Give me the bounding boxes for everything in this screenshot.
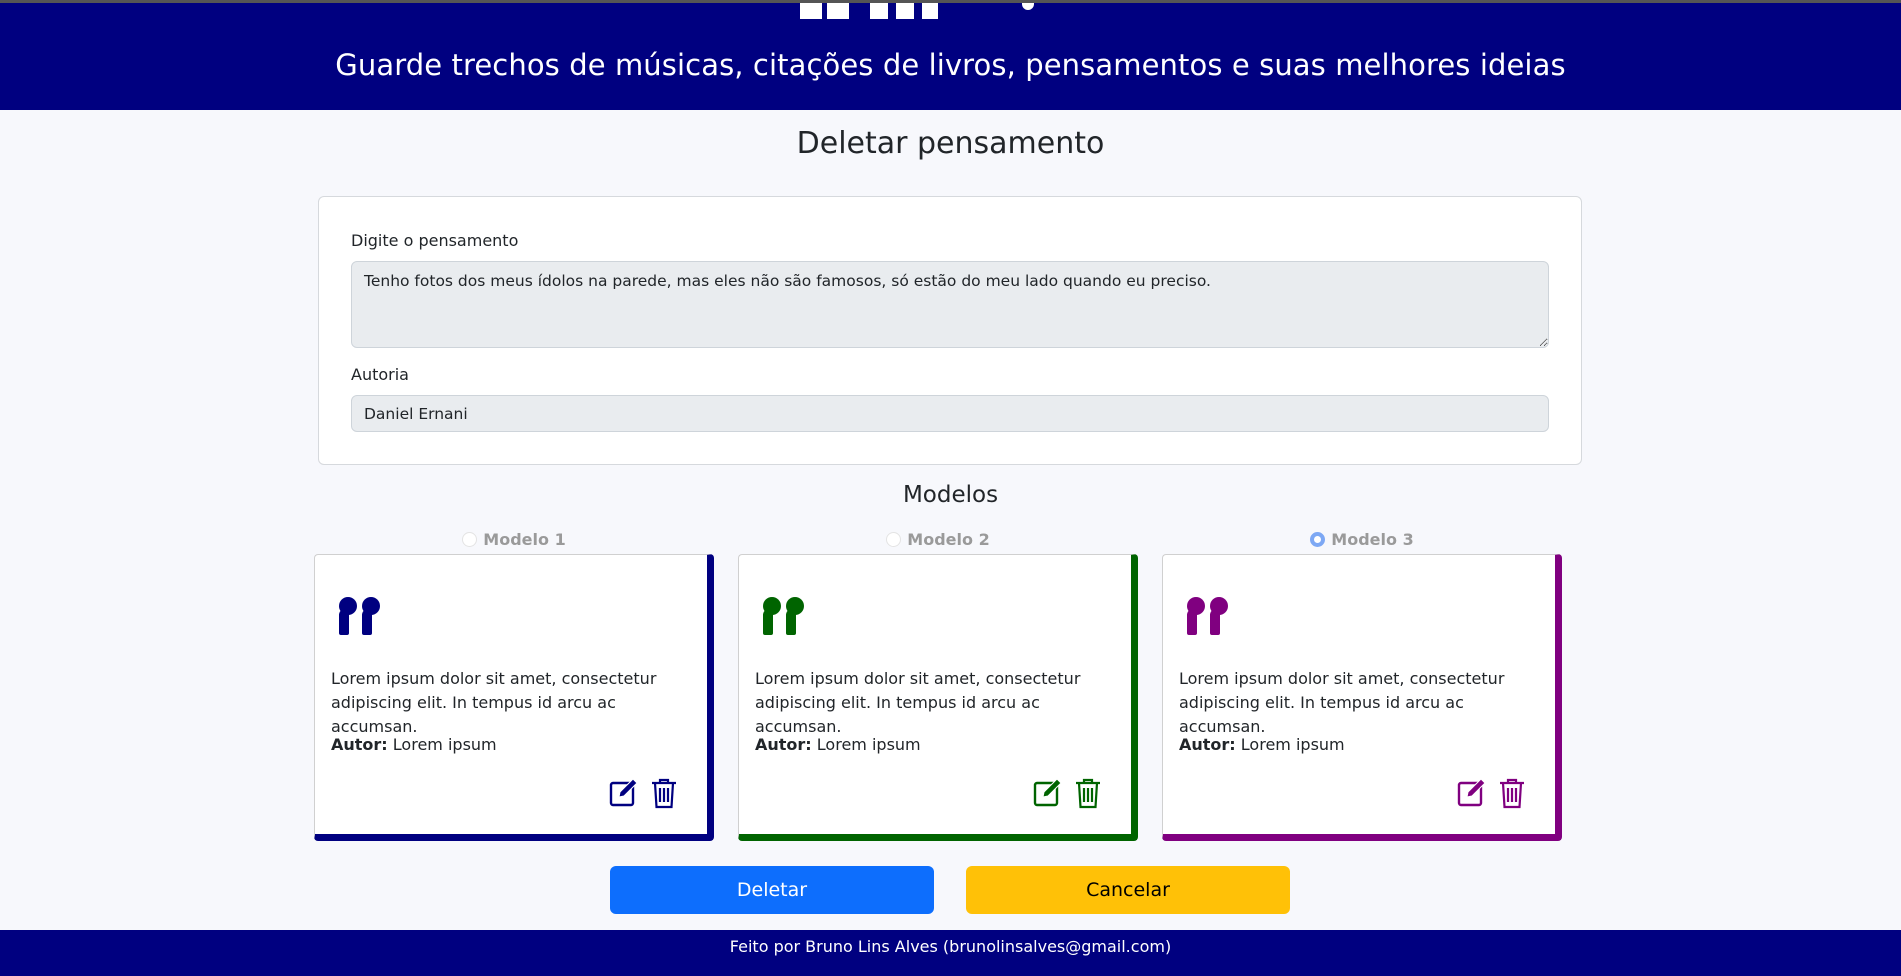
author-name: Lorem ipsum (1240, 735, 1345, 754)
edit-icon[interactable] (609, 777, 639, 809)
trash-icon[interactable] (1073, 777, 1103, 809)
model-2-radio-row[interactable]: Modelo 2 (738, 528, 1138, 550)
models-title: Modelos (902, 482, 999, 508)
cancel-button[interactable]: Cancelar (966, 866, 1290, 914)
delete-button[interactable]: Deletar (610, 866, 934, 914)
card-author: Autor: Lorem ipsum (1179, 735, 1345, 754)
model-1-card: Lorem ipsum dolor sit amet, consectetur … (314, 554, 714, 841)
thought-textarea[interactable]: Tenho fotos dos meus ídolos na parede, m… (351, 261, 1549, 348)
logo-partial (800, 3, 1100, 21)
author-name: Lorem ipsum (816, 735, 921, 754)
trash-icon[interactable] (649, 777, 679, 809)
model-1-radio[interactable] (462, 531, 478, 547)
model-1-label: Modelo 1 (483, 529, 566, 549)
quote-icon (339, 597, 380, 637)
card-actions (1033, 777, 1103, 809)
model-3-label: Modelo 3 (1331, 529, 1414, 549)
site-footer: Feito por Bruno Lins Alves (brunolinsalv… (0, 930, 1901, 976)
model-2-label: Modelo 2 (907, 529, 990, 549)
quote-icon (1187, 597, 1228, 637)
card-actions (609, 777, 679, 809)
card-actions (1457, 777, 1527, 809)
trash-icon[interactable] (1497, 777, 1527, 809)
author-input[interactable] (351, 395, 1549, 432)
edit-icon[interactable] (1033, 777, 1063, 809)
model-3-radio-row[interactable]: Modelo 3 (1162, 528, 1562, 550)
model-1-radio-row[interactable]: Modelo 1 (314, 528, 714, 550)
thought-form: Digite o pensamento Tenho fotos dos meus… (318, 196, 1582, 465)
model-2-radio[interactable] (886, 531, 902, 547)
card-text: Lorem ipsum dolor sit amet, consectetur … (755, 669, 1081, 736)
card-author: Autor: Lorem ipsum (755, 735, 921, 754)
author-prefix: Autor: (331, 735, 388, 754)
author-name: Lorem ipsum (392, 735, 497, 754)
footer-text: Feito por Bruno Lins Alves (brunolinsalv… (729, 937, 1172, 956)
card-text: Lorem ipsum dolor sit amet, consectetur … (331, 669, 657, 736)
card-author: Autor: Lorem ipsum (331, 735, 497, 754)
page-title: Deletar pensamento (796, 126, 1105, 161)
quote-icon (763, 597, 804, 637)
author-prefix: Autor: (1179, 735, 1236, 754)
model-3-card: Lorem ipsum dolor sit amet, consectetur … (1162, 554, 1562, 841)
model-2-card: Lorem ipsum dolor sit amet, consectetur … (738, 554, 1138, 841)
model-3-radio[interactable] (1310, 531, 1326, 547)
author-prefix: Autor: (755, 735, 812, 754)
author-label: Autoria (351, 365, 409, 384)
card-text: Lorem ipsum dolor sit amet, consectetur … (1179, 669, 1505, 736)
edit-icon[interactable] (1457, 777, 1487, 809)
site-header: Guarde trechos de músicas, citações de l… (0, 3, 1901, 110)
site-subtitle: Guarde trechos de músicas, citações de l… (335, 48, 1566, 82)
thought-label: Digite o pensamento (351, 231, 519, 250)
